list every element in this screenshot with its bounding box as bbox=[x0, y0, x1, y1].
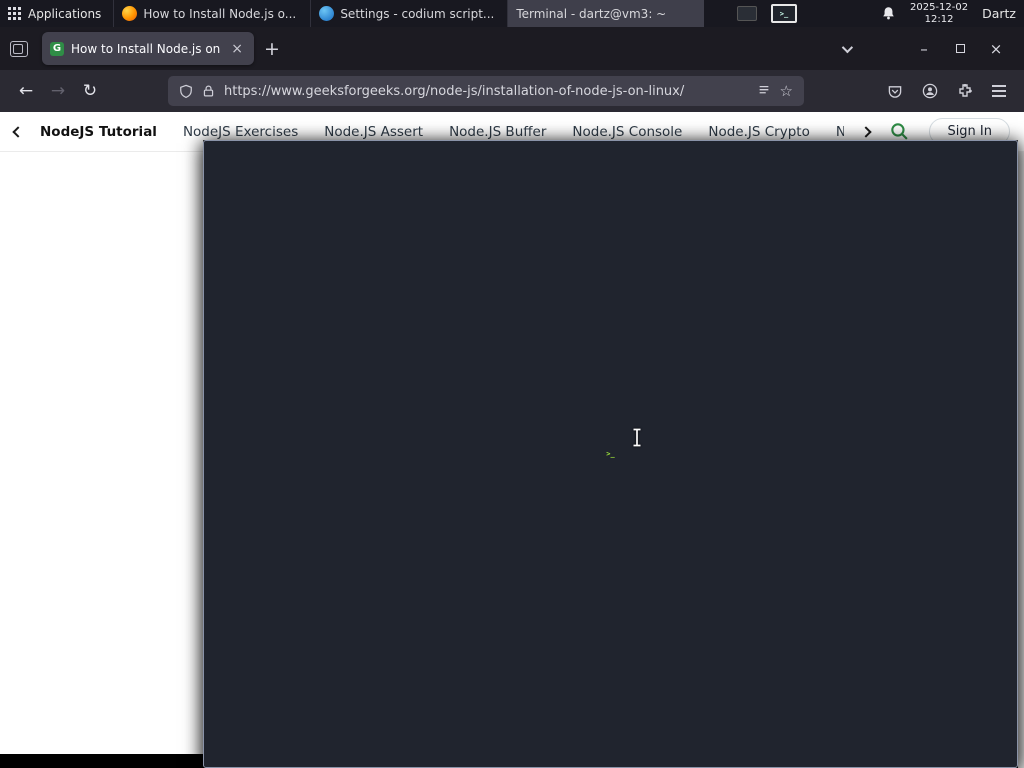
window-maximize-button[interactable] bbox=[942, 34, 978, 64]
menu-hamburger-icon[interactable] bbox=[992, 85, 1006, 97]
url-bar[interactable]: https://www.geeksforgeeks.org/node-js/in… bbox=[168, 76, 804, 106]
panel-tray: >_ 2025-12-02 12:12 Dartz bbox=[736, 0, 1024, 27]
taskbar-item-label: Settings - codium script... bbox=[340, 6, 495, 21]
tray-display-icon[interactable] bbox=[736, 6, 757, 21]
forward-button[interactable]: → bbox=[42, 76, 74, 106]
tab-bar: G How to Install Node.js on × + – × bbox=[0, 27, 1024, 70]
clock[interactable]: 2025-12-02 12:12 bbox=[910, 2, 968, 26]
user-label[interactable]: Dartz bbox=[982, 6, 1018, 21]
text-cursor bbox=[633, 428, 641, 447]
clock-date: 2025-12-02 bbox=[909, 1, 969, 13]
pocket-icon[interactable] bbox=[887, 84, 903, 99]
site-nav-link[interactable]: Node.JS DNS bbox=[836, 124, 845, 140]
reload-button[interactable]: ↻ bbox=[74, 76, 106, 106]
tab-close-icon[interactable]: × bbox=[228, 41, 246, 57]
browser-tab[interactable]: G How to Install Node.js on × bbox=[42, 32, 254, 65]
tab-favicon: G bbox=[50, 41, 64, 56]
tray-terminal-icon[interactable]: >_ bbox=[770, 4, 797, 23]
applications-label: Applications bbox=[28, 6, 102, 21]
new-tab-button[interactable]: + bbox=[254, 38, 290, 60]
applications-button[interactable]: Applications bbox=[0, 0, 113, 27]
taskbar-item-label: How to Install Node.js o... bbox=[143, 6, 297, 21]
site-nav-link[interactable]: Node.JS Console bbox=[572, 124, 682, 140]
window-minimize-button[interactable]: – bbox=[906, 34, 942, 64]
account-icon[interactable] bbox=[922, 83, 938, 99]
site-nav-link[interactable]: Node.JS Buffer bbox=[449, 124, 546, 140]
site-nav-link[interactable]: NodeJS Tutorial bbox=[40, 124, 157, 140]
lock-icon[interactable] bbox=[202, 84, 215, 98]
bell-icon[interactable] bbox=[881, 6, 896, 21]
codium-icon bbox=[319, 6, 335, 21]
desktop-corner bbox=[0, 754, 203, 768]
taskbar-item[interactable]: Settings - codium script... bbox=[310, 0, 507, 27]
back-button[interactable]: ← bbox=[10, 76, 42, 106]
firefox-view-icon[interactable] bbox=[10, 40, 28, 57]
top-panel: Applications How to Install Node.js o...… bbox=[0, 0, 1024, 768]
taskbar-item[interactable]: >_ Terminal - dartz@vm3: ~ bbox=[203, 0, 1018, 768]
page-scrollbar[interactable] bbox=[1017, 152, 1024, 768]
taskbar-item-label: Terminal - dartz@vm3: ~ bbox=[516, 6, 667, 21]
site-nav-links: NodeJS Tutorial NodeJS Exercises Node.JS A… bbox=[40, 124, 844, 140]
site-nav-link[interactable]: Node.JS Crypto bbox=[708, 124, 809, 140]
tab-title: How to Install Node.js on bbox=[71, 41, 221, 56]
site-nav-link[interactable]: NodeJS Exercises bbox=[183, 124, 298, 140]
window-close-button[interactable]: × bbox=[978, 34, 1014, 64]
url-text[interactable]: https://www.geeksforgeeks.org/node-js/in… bbox=[224, 84, 748, 99]
grid-icon bbox=[8, 7, 21, 20]
nav-chevron-right-icon[interactable] bbox=[860, 125, 873, 138]
clock-time: 12:12 bbox=[924, 13, 954, 25]
nav-toolbar: ← → ↻ https://www.geeksforgeeks.org/node… bbox=[0, 70, 1024, 112]
tab-list-chevron-icon[interactable] bbox=[828, 34, 864, 64]
taskbar-item[interactable]: How to Install Node.js o... bbox=[113, 0, 310, 27]
firefox-icon bbox=[122, 6, 138, 21]
bookmark-star-icon[interactable]: ☆ bbox=[780, 82, 793, 100]
search-icon[interactable] bbox=[890, 122, 909, 141]
site-nav-link[interactable]: Node.JS Assert bbox=[324, 124, 423, 140]
extensions-icon[interactable] bbox=[957, 83, 973, 99]
reader-mode-icon[interactable] bbox=[757, 84, 771, 98]
nav-chevron-left-icon[interactable] bbox=[12, 125, 24, 138]
taskbar: How to Install Node.js o... Settings - co… bbox=[113, 0, 1018, 768]
shield-icon[interactable] bbox=[179, 84, 193, 99]
